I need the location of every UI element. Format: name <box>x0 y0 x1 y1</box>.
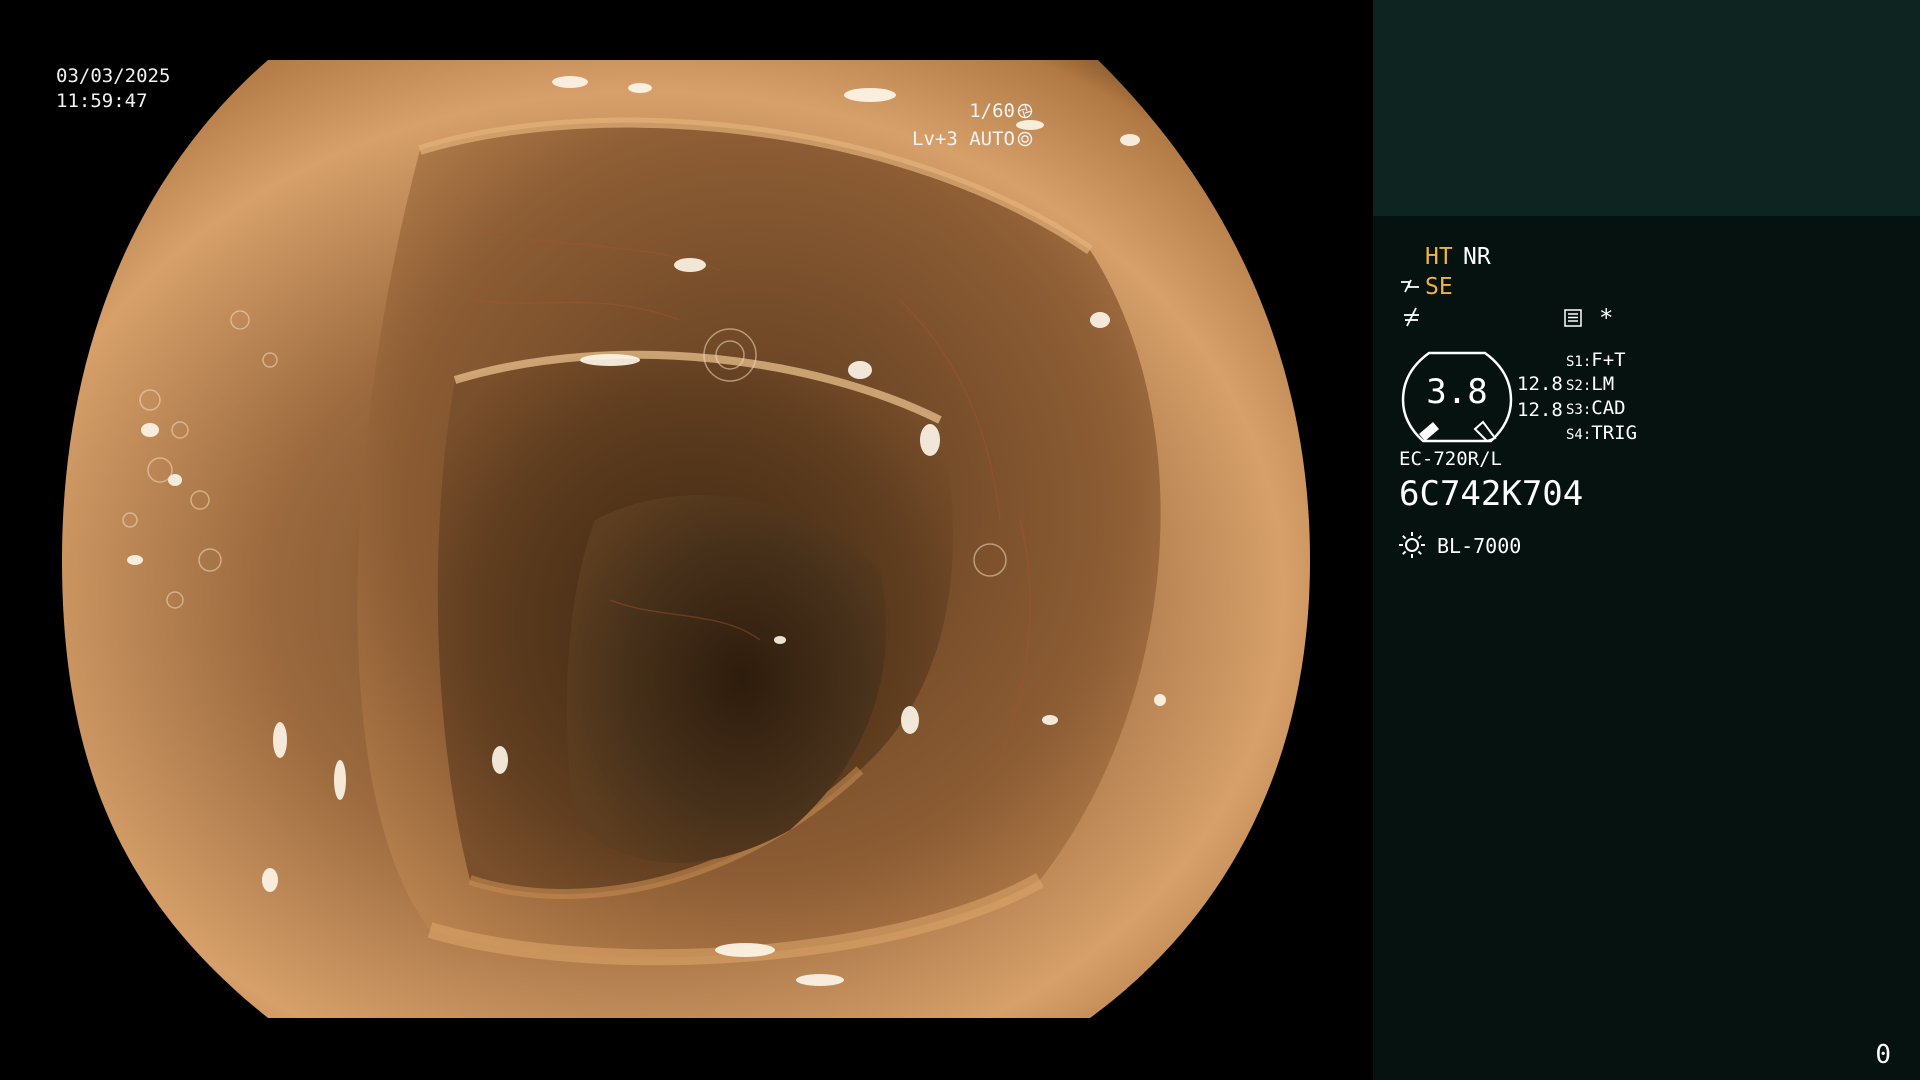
switch-value: LM <box>1591 373 1615 395</box>
iris-value: Lv+3 AUTO <box>912 128 1015 150</box>
switch-key: S2: <box>1566 378 1592 394</box>
ht-label: HT <box>1425 244 1453 270</box>
thumbnail-area <box>1373 0 1920 216</box>
shutter-value: 1/60 <box>969 100 1015 122</box>
switch-2: S2:LM <box>1566 373 1614 395</box>
memo-icon <box>1564 309 1582 327</box>
endoscopy-monitor: 03/03/2025 11:59:47 1/60 Lv+3 AUTO HT NR… <box>0 0 1920 1080</box>
time-text: 11:59:47 <box>56 90 148 112</box>
switch-3: S3:CAD <box>1566 397 1626 419</box>
switch-key: S1: <box>1566 354 1592 370</box>
nr-label: NR <box>1463 244 1491 270</box>
zoom-value: 3.8 <box>1426 372 1488 412</box>
switch-key: S3: <box>1566 402 1592 418</box>
se-label: SE <box>1425 274 1453 300</box>
switch-4: S4:TRIG <box>1566 422 1637 444</box>
ratio-top: 12.8 <box>1517 373 1563 395</box>
frame-counter: 0 <box>1875 1040 1891 1070</box>
switch-value: TRIG <box>1591 422 1638 444</box>
edge-enhance-icon <box>1404 307 1419 327</box>
switch-value: CAD <box>1591 397 1626 419</box>
ratio-bottom: 12.8 <box>1517 399 1563 421</box>
scope-model: EC-720R/L <box>1399 448 1502 470</box>
endoscope-image <box>62 60 1310 1018</box>
info-panel: HT NR SE * 3.8 12.8 12.8 S1:F+T S2:LM S3… <box>1373 0 1920 1080</box>
iris-readout: Lv+3 AUTO <box>912 127 1033 152</box>
asterisk-indicator: * <box>1599 304 1614 332</box>
light-source-label: BL-7000 <box>1437 534 1522 558</box>
date-text: 03/03/2025 <box>56 65 171 87</box>
endoscope-video-area: 03/03/2025 11:59:47 1/60 Lv+3 AUTO <box>0 0 1373 1080</box>
switch-key: S4: <box>1566 427 1592 443</box>
light-source-icon <box>1399 532 1425 558</box>
switch-1: S1:F+T <box>1566 349 1626 371</box>
switch-value: F+T <box>1591 349 1626 371</box>
aperture-icon <box>1017 103 1033 119</box>
structure-enhance-icon <box>1401 279 1419 293</box>
shutter-readout: 1/60 <box>969 99 1033 124</box>
scope-serial: 6C742K704 <box>1399 474 1584 514</box>
iris-icon <box>1017 131 1033 147</box>
